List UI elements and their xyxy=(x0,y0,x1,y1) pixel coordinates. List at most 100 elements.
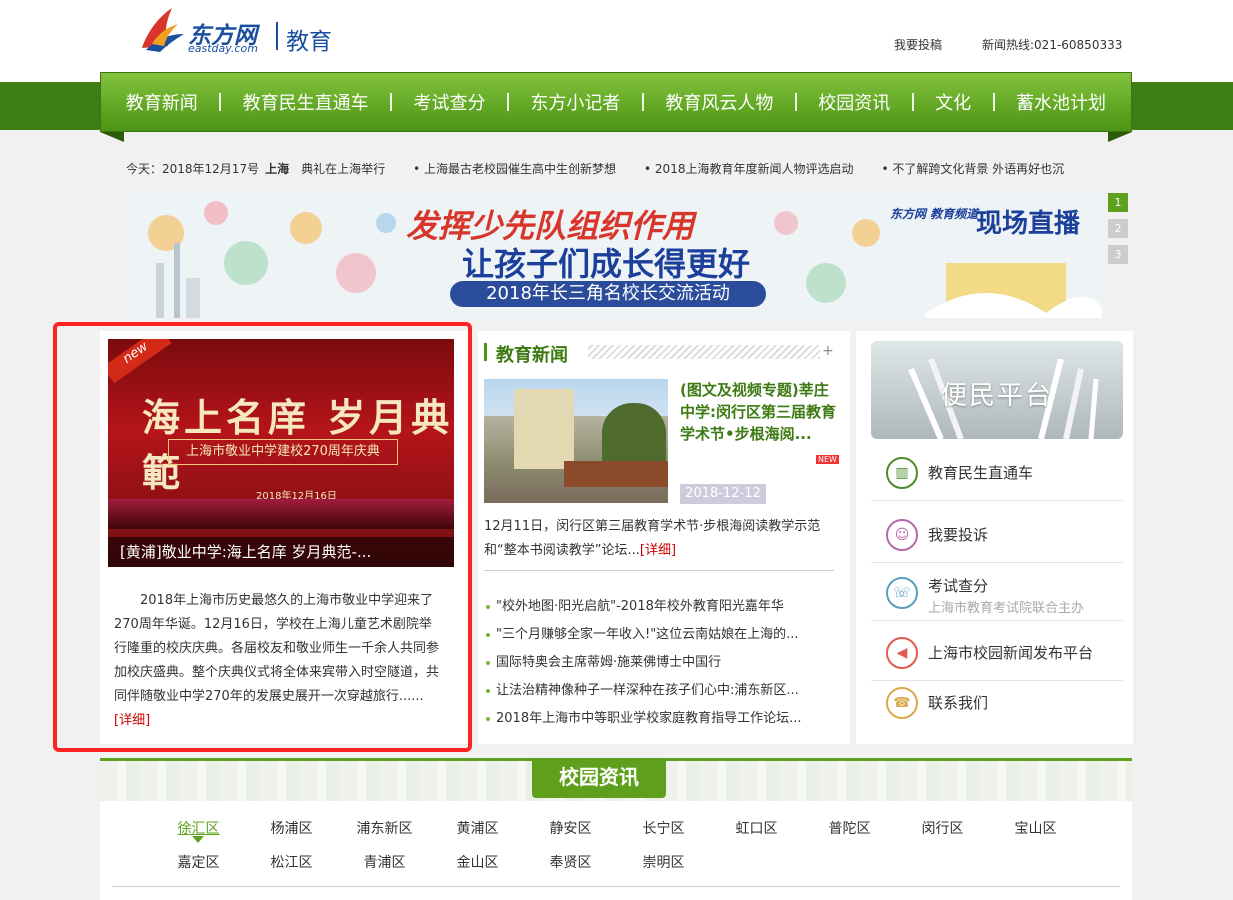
news-detail-link[interactable]: [详细] xyxy=(640,543,676,558)
news-headline[interactable]: (图文及视频专题)莘庄中学:闵行区第三届教育学术节•步根海阅... xyxy=(680,379,842,445)
district-xuhui[interactable]: 徐汇区 xyxy=(152,818,245,852)
new-badge: new xyxy=(108,339,172,384)
nav-divider xyxy=(794,93,797,111)
list-item[interactable]: 让法治精神像种子一样深种在孩子们心中:浦东新区... xyxy=(484,677,834,705)
list-item[interactable]: 国际特奥会主席蒂姆·施莱佛博士中国行 xyxy=(484,649,834,677)
promo-banner[interactable]: 发挥少先队组织作用 让孩子们成长得更好 2018年长三角名校长交流活动 东方网 … xyxy=(126,193,1102,318)
district-putuo[interactable]: 普陀区 xyxy=(803,818,896,852)
site-logo[interactable]: 东方网 eastday.com 教育 xyxy=(138,4,348,58)
service-label: 联系我们 xyxy=(928,694,989,712)
nav-exam-score[interactable]: 考试查分 xyxy=(414,89,486,115)
district-chongming[interactable]: 崇明区 xyxy=(617,852,710,886)
district-changning[interactable]: 长宁区 xyxy=(617,818,710,852)
service-label: 考试查分 xyxy=(928,577,989,595)
top-bar: 东方网 eastday.com 教育 我要投稿 新闻热线:021-6085033… xyxy=(0,0,1233,82)
district-yangpu[interactable]: 杨浦区 xyxy=(245,818,338,852)
district-songjiang[interactable]: 松江区 xyxy=(245,852,338,886)
list-item[interactable]: "三个月赚够全家一年收入!"这位云南姑娘在上海的... xyxy=(484,621,834,649)
banner-line2: 让孩子们成长得更好 xyxy=(462,245,751,283)
service-campus-news[interactable]: ◀ 上海市校园新闻发布平台 xyxy=(871,625,1123,681)
main-nav: 教育新闻 教育民生直通车 考试查分 东方小记者 教育风云人物 校园资讯 文化 蓄… xyxy=(100,72,1132,132)
service-exam-score[interactable]: ☏ 考试查分 上海市教育考试院联合主办 xyxy=(871,565,1123,621)
hotline-text: 新闻热线:021-60850333 xyxy=(982,38,1123,52)
new-tag: NEW xyxy=(816,455,839,464)
service-label: 我要投诉 xyxy=(928,526,989,544)
service-livelihood[interactable]: ▥ 教育民生直通车 xyxy=(871,445,1123,501)
district-pudong[interactable]: 浦东新区 xyxy=(338,818,431,852)
campus-bottomline xyxy=(112,886,1120,887)
section-bar xyxy=(484,343,487,361)
nav-edu-people[interactable]: 教育风云人物 xyxy=(665,89,773,115)
campus-title[interactable]: 校园资讯 xyxy=(532,758,666,798)
nav-divider xyxy=(219,93,222,111)
banner-page-3[interactable]: 3 xyxy=(1108,245,1128,264)
service-complaint[interactable]: ☺ 我要投诉 xyxy=(871,507,1123,563)
district-jinshan[interactable]: 金山区 xyxy=(431,852,524,886)
district-baoshan[interactable]: 宝山区 xyxy=(989,818,1082,852)
ticker-item[interactable]: • 2018上海教育年度新闻人物评选启动 xyxy=(644,160,853,177)
phone-icon: ☏ xyxy=(886,577,918,609)
eastday-logo-icon xyxy=(142,8,184,52)
ticker-item[interactable]: 典礼在上海举行 xyxy=(301,160,385,177)
more-plus-icon[interactable]: + xyxy=(822,343,834,359)
district-jiading[interactable]: 嘉定区 xyxy=(152,852,245,886)
services-panel: 便民平台 ▥ 教育民生直通车 ☺ 我要投诉 ☏ 考试查分 上海市教育考试院联合主… xyxy=(856,331,1133,744)
nav-edu-news[interactable]: 教育新闻 xyxy=(126,89,198,115)
header-hatch xyxy=(588,345,820,359)
nav-shadow-left xyxy=(100,132,124,142)
divider xyxy=(484,570,834,571)
district-hongkou[interactable]: 虹口区 xyxy=(710,818,803,852)
feature-summary: 2018年上海市历史最悠久的上海市敬业中学迎来了270周年华诞。12月16日，学… xyxy=(114,589,444,733)
edu-news-panel: 教育新闻 + (图文及视频专题)莘庄中学:闵行区第三届教育学术节•步根海阅...… xyxy=(478,331,850,744)
nav-campus-info[interactable]: 校园资讯 xyxy=(818,89,890,115)
feature-image[interactable]: new 海上名庠 岁月典範 上海市敬业中学建校270周年庆典 2018年12月1… xyxy=(108,339,454,567)
nav-divider xyxy=(390,93,393,111)
services-title: 便民平台 xyxy=(940,381,1053,411)
nav-divider xyxy=(911,93,914,111)
ticker-item[interactable]: • 上海最古老校园催生高中生创新梦想 xyxy=(413,160,616,177)
feature-detail-link[interactable]: [详细] xyxy=(114,713,150,728)
banner-page-1[interactable]: 1 xyxy=(1108,193,1128,212)
edu-news-title[interactable]: 教育新闻 xyxy=(496,341,568,367)
list-item[interactable]: 2018年上海市中等职业学校家庭教育指导工作论坛... xyxy=(484,705,834,733)
nav-livelihood[interactable]: 教育民生直通车 xyxy=(243,89,369,115)
nav-divider xyxy=(506,93,509,111)
logo-channel: 教育 xyxy=(286,29,332,55)
feature-caption[interactable]: [黄浦]敬业中学:海上名庠 岁月典范-... xyxy=(108,537,454,567)
service-contact[interactable]: ☎ 联系我们 xyxy=(871,675,1123,731)
list-item[interactable]: "校外地图·阳光启航"-2018年校外教育阳光嘉年华 xyxy=(484,593,834,621)
logo-divider xyxy=(276,22,278,50)
nav-divider xyxy=(641,93,644,111)
district-huangpu[interactable]: 黄浦区 xyxy=(431,818,524,852)
feature-image-subtitle: 上海市敬业中学建校270周年庆典 xyxy=(168,439,398,465)
banner-live: 现场直播 xyxy=(976,209,1081,239)
news-summary: 12月11日，闵行区第三届教育学术节·步根海阅读教学示范和“整本书阅读教学”论坛… xyxy=(484,515,834,563)
nav-divider xyxy=(992,93,995,111)
news-thumbnail[interactable] xyxy=(484,379,668,503)
district-list: 徐汇区 杨浦区 浦东新区 黄浦区 静安区 长宁区 虹口区 普陀区 闵行区 宝山区… xyxy=(152,818,1092,886)
banner-pager: 1 2 3 xyxy=(1108,193,1128,271)
district-fengxian[interactable]: 奉贤区 xyxy=(524,852,617,886)
service-label: 教育民生直通车 xyxy=(928,464,1034,482)
district-qingpu[interactable]: 青浦区 xyxy=(338,852,431,886)
services-banner[interactable]: 便民平台 xyxy=(871,341,1123,439)
district-minhang[interactable]: 闵行区 xyxy=(896,818,989,852)
feature-summary-text: 2018年上海市历史最悠久的上海市敬业中学迎来了270周年华诞。12月16日，学… xyxy=(114,593,440,704)
nav-young-reporter[interactable]: 东方小记者 xyxy=(530,89,620,115)
building-graphic xyxy=(514,389,574,469)
news-ticker: 今天：2018年12月17号 上海 典礼在上海举行 • 上海最古老校园催生高中生… xyxy=(126,158,1102,178)
wall-graphic xyxy=(564,461,668,487)
news-list: "校外地图·阳光启航"-2018年校外教育阳光嘉年华 "三个月赚够全家一年收入!… xyxy=(484,593,834,733)
banner-page-2[interactable]: 2 xyxy=(1108,219,1128,238)
nav-culture[interactable]: 文化 xyxy=(935,89,971,115)
logo-en: eastday.com xyxy=(188,42,258,55)
service-sublabel: 上海市教育考试院联合主办 xyxy=(928,601,1085,616)
nav-reservoir-plan[interactable]: 蓄水池计划 xyxy=(1016,89,1106,115)
nav-shadow-right xyxy=(1108,132,1132,142)
district-jingan[interactable]: 静安区 xyxy=(524,818,617,852)
contribute-link[interactable]: 我要投稿 xyxy=(894,36,942,53)
megaphone-icon: ◀ xyxy=(886,637,918,669)
ticker-item[interactable]: • 不了解跨文化背景 外语再好也沉 xyxy=(881,160,1064,177)
service-label: 上海市校园新闻发布平台 xyxy=(928,644,1094,662)
banner-line3: 2018年长三角名校长交流活动 xyxy=(450,281,766,307)
